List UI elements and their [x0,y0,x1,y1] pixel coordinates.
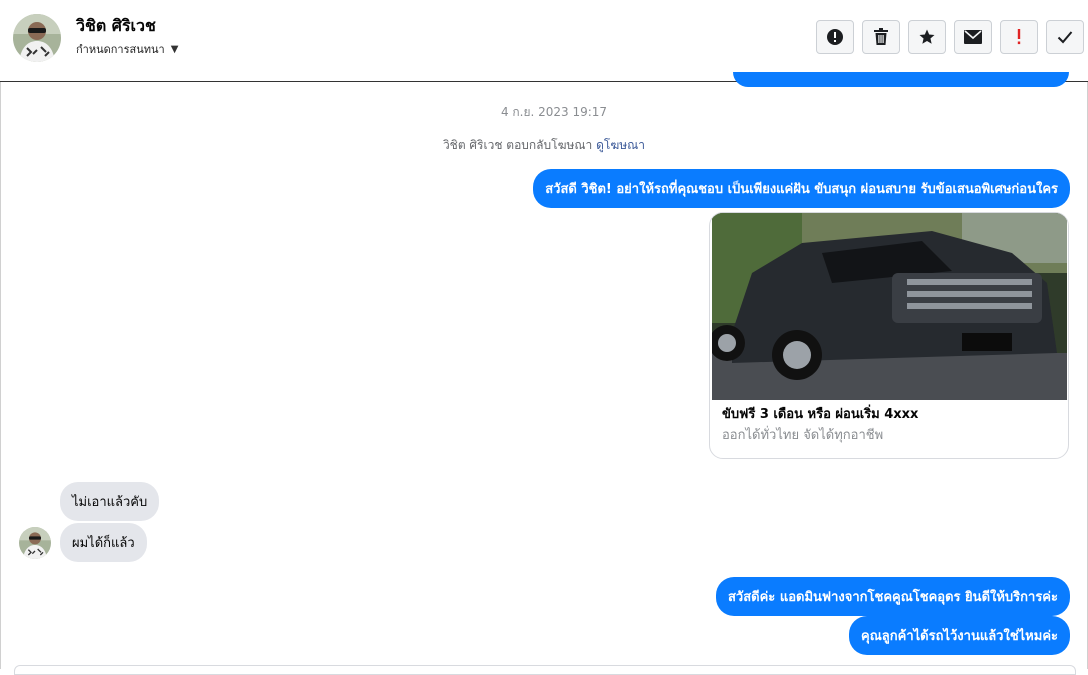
incoming-message[interactable]: ไม่เอาแล้วคับ [60,482,160,521]
ad-car-image [712,213,1067,400]
contact-name[interactable]: วิชิต ศิริเวช [76,14,156,39]
window-left-border [0,0,1,669]
report-button[interactable] [816,20,854,54]
outgoing-message[interactable]: สวัสดีค่ะ แอดมินฟางจากโชคคูณโชคอุดร ยินด… [716,577,1070,616]
contact-avatar[interactable] [13,14,61,62]
exclamation-icon [1017,29,1021,45]
star-button[interactable] [908,20,946,54]
ad-subtitle: ออกได้ทั่วไทย จัดได้ทุกอาชีพ [722,428,884,443]
ad-reply-note: วิชิต ศิริเวช ตอบกลับโฆษณา ดูโฆษณา [0,136,1088,155]
conversation-toolbar [816,20,1084,54]
ad-title: ขับฟรี 3 เดือน หรือ ผ่อนเริ่ม 4xxx [722,407,919,422]
conversation-settings-label: กำหนดการสนทนา [76,43,165,56]
outgoing-message[interactable]: คุณลูกค้าได้รถไว้งานแล้วใช่ไหมค่ะ [849,616,1070,655]
outgoing-message[interactable]: สวัสดี วิชิต! อย่าให้รถที่คุณชอบ เป็นเพี… [533,169,1070,208]
mark-done-button[interactable] [1046,20,1084,54]
follow-up-button[interactable] [1000,20,1038,54]
star-icon [919,29,935,44]
envelope-icon [964,30,982,44]
sender-avatar[interactable] [19,527,51,559]
message-composer[interactable] [14,665,1076,675]
incoming-message[interactable]: ผมได้ก็แล้ว [60,523,147,562]
previous-message-bubble [733,72,1069,87]
caret-down-icon: ▼ [170,43,179,55]
message-timestamp: 4 ก.ย. 2023 19:17 [500,105,608,119]
delete-button[interactable] [862,20,900,54]
view-ad-link[interactable]: ดูโฆษณา [596,138,645,152]
ad-card[interactable]: ขับฟรี 3 เดือน หรือ ผ่อนเริ่ม 4xxx ออกได… [709,212,1069,459]
exclamation-circle-icon [827,29,843,45]
trash-icon [874,28,888,45]
conversation-header: วิชิต ศิริเวช กำหนดการสนทนา ▼ [0,0,1088,82]
checkmark-icon [1057,31,1073,44]
conversation-settings-dropdown[interactable]: กำหนดการสนทนา ▼ [76,40,178,58]
ad-reply-text: วิชิต ศิริเวช ตอบกลับโฆษณา [442,138,593,152]
mark-unread-button[interactable] [954,20,992,54]
